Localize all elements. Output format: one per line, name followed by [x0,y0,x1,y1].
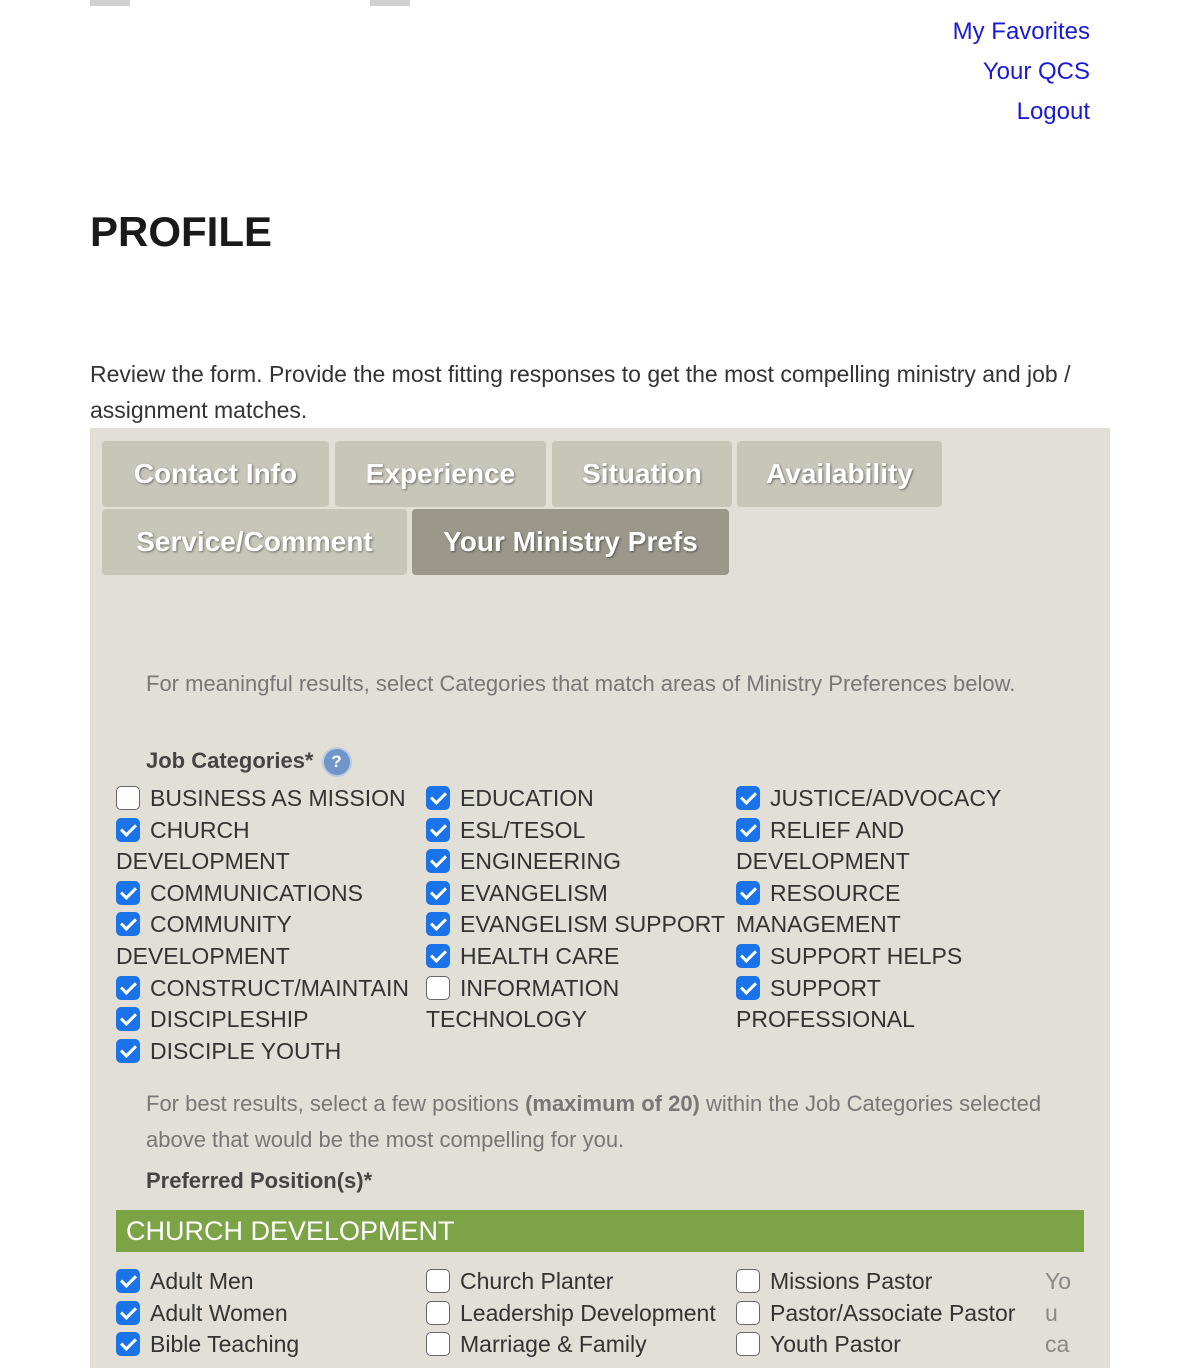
your-qcs-link[interactable]: Your QCS [953,52,1090,92]
job-category-disciple-youth[interactable]: DISCIPLE YOUTH [116,1036,416,1068]
checkbox[interactable] [736,1300,760,1325]
job-category-education[interactable]: EDUCATION [426,783,731,815]
job-categories-label: Job Categories*? [146,748,350,776]
position-church-planter[interactable]: Church Planter [426,1266,731,1298]
tab-service-comment[interactable]: Service/Comment [102,509,407,575]
positions-column-1: Adult Men Adult Women Bible Teaching [116,1266,416,1361]
account-links: My Favorites Your QCS Logout [953,12,1090,132]
checkbox[interactable] [736,817,760,842]
header-image-left-edge [90,0,130,6]
checkbox[interactable] [116,1332,140,1357]
position-marriage-family[interactable]: Marriage & Family [426,1329,731,1361]
position-adult-men[interactable]: Adult Men [116,1266,416,1298]
job-category-evangelism[interactable]: EVANGELISM [426,878,731,910]
checkbox[interactable] [426,880,450,905]
position-missions-pastor[interactable]: Missions Pastor [736,1266,1041,1298]
checkbox[interactable] [116,1269,140,1293]
position-leadership-development[interactable]: Leadership Development [426,1298,731,1330]
checkbox[interactable] [736,880,760,905]
truncated-side-note: Yo u ca [1045,1268,1072,1358]
job-category-engineering[interactable]: ENGINEERING [426,846,731,878]
checkbox[interactable] [116,1038,140,1063]
job-category-health-care[interactable]: HEALTH CARE [426,941,731,973]
job-category-evangelism-support[interactable]: EVANGELISM SUPPORT [426,909,731,941]
checkbox[interactable] [116,912,140,937]
job-category-support-professional[interactable]: SUPPORT PROFESSIONAL [736,973,1026,1036]
job-category-communications[interactable]: COMMUNICATIONS [116,878,416,910]
position-adult-women[interactable]: Adult Women [116,1298,416,1330]
profile-form-panel: Contact Info Experience Situation Availa… [90,428,1110,1368]
checkbox[interactable] [736,943,760,968]
job-category-resource-management[interactable]: RESOURCE MANAGEMENT [736,878,1026,941]
job-category-community-development[interactable]: COMMUNITY DEVELOPMENT [116,909,416,972]
tab-contact-info[interactable]: Contact Info [102,441,329,507]
checkbox[interactable] [736,1332,760,1357]
checkbox[interactable] [116,1007,140,1032]
job-categories-column-2: EDUCATION ESL/TESOL ENGINEERING EVANGELI… [426,783,731,1036]
position-bible-teaching[interactable]: Bible Teaching [116,1329,416,1361]
job-category-support-helps[interactable]: SUPPORT HELPS [736,941,1026,973]
section-header-church-development: CHURCH DEVELOPMENT [116,1210,1084,1252]
page-title: PROFILE [90,208,273,255]
position-youth-pastor[interactable]: Youth Pastor [736,1329,1041,1361]
tab-your-ministry-prefs[interactable]: Your Ministry Prefs [412,509,729,575]
tab-situation[interactable]: Situation [552,441,732,507]
checkbox[interactable] [116,880,140,905]
checkbox[interactable] [426,786,450,810]
checkbox[interactable] [736,1269,760,1293]
logout-link[interactable]: Logout [953,92,1090,132]
positions-column-3: Missions Pastor Pastor/Associate Pastor … [736,1266,1041,1361]
job-category-esl-tesol[interactable]: ESL/TESOL [426,815,731,847]
checkbox[interactable] [426,817,450,842]
checkbox[interactable] [116,1300,140,1325]
checkbox[interactable] [116,975,140,1000]
tab-availability[interactable]: Availability [737,441,942,507]
checkbox[interactable] [426,975,450,1000]
job-categories-column-1: BUSINESS AS MISSION CHURCH DEVELOPMENT C… [116,783,416,1067]
job-category-discipleship[interactable]: DISCIPLESHIP [116,1004,416,1036]
checkbox[interactable] [116,817,140,842]
checkbox[interactable] [426,1269,450,1293]
position-pastor-associate-pastor[interactable]: Pastor/Associate Pastor [736,1298,1041,1330]
job-category-construct-maintain[interactable]: CONSTRUCT/MAINTAIN [116,973,416,1005]
tab-experience[interactable]: Experience [335,441,546,507]
job-category-relief-and-development[interactable]: RELIEF AND DEVELOPMENT [736,815,1026,878]
checkbox[interactable] [426,849,450,874]
job-category-church-development[interactable]: CHURCH DEVELOPMENT [116,815,416,878]
checkbox[interactable] [426,912,450,937]
preferred-positions-label: Preferred Position(s)* [146,1168,373,1193]
checkbox[interactable] [426,1332,450,1357]
positions-column-2: Church Planter Leadership Development Ma… [426,1266,731,1361]
checkbox[interactable] [116,786,140,810]
job-category-business-as-mission[interactable]: BUSINESS AS MISSION [116,783,416,815]
categories-hint: For meaningful results, select Categorie… [146,671,1016,696]
header-image-right-edge [370,0,410,6]
checkbox[interactable] [736,786,760,810]
job-categories-label-text: Job Categories* [146,748,314,773]
help-icon[interactable]: ? [323,749,350,776]
job-category-information-technology[interactable]: INFORMATION TECHNOLOGY [426,973,731,1036]
checkbox[interactable] [426,1300,450,1325]
job-category-justice-advocacy[interactable]: JUSTICE/ADVOCACY [736,783,1026,815]
checkbox[interactable] [736,975,760,1000]
intro-text: Review the form. Provide the most fittin… [90,361,1071,423]
checkbox[interactable] [426,943,450,968]
my-favorites-link[interactable]: My Favorites [953,12,1090,52]
positions-hint: For best results, select a few positions… [146,1091,1042,1152]
job-categories-column-3: JUSTICE/ADVOCACY RELIEF AND DEVELOPMENT … [736,783,1026,1036]
